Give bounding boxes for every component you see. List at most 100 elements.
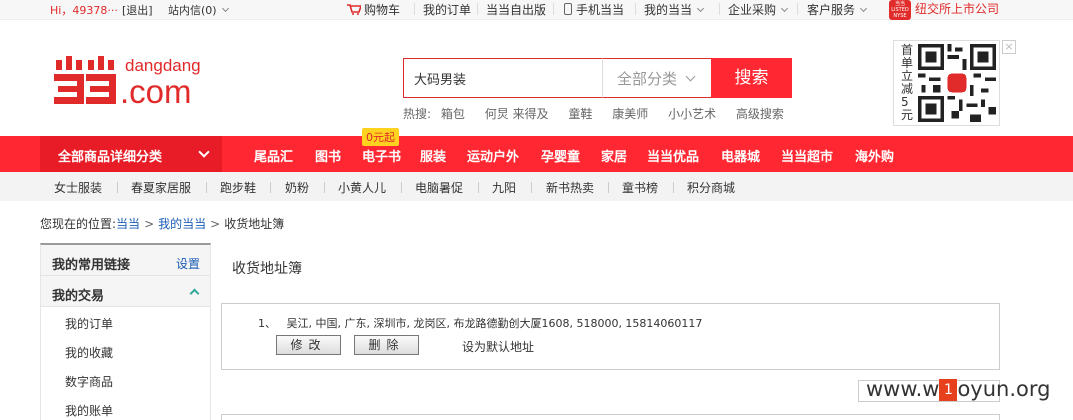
advanced-search-link[interactable]: 高级搜索 [736, 107, 784, 121]
sidebar: 我的常用链接 设置 我的交易 我的订单 我的收藏 数字商品 我的账单 [40, 243, 211, 420]
logout-link[interactable]: [退出] [122, 2, 153, 18]
inbox-link[interactable]: 站内信(0) [168, 2, 229, 18]
chevron-down-icon [696, 4, 705, 13]
subnav-item[interactable]: 奶粉 [285, 179, 309, 196]
watermark-badge: 1 [939, 379, 958, 401]
enterprise-link[interactable]: 企业采购 [728, 1, 789, 18]
main-nav: 全部商品详细分类 尾品汇 图书 电子书 服装 运动户外 孕婴童 家居 当当优品 … [0, 136, 1073, 172]
customer-service-link[interactable]: 客户服务 [807, 1, 868, 18]
hot-search-item[interactable]: 箱包 [441, 107, 465, 121]
nav-item[interactable]: 图书 [315, 146, 341, 165]
nav-item[interactable]: 尾品汇 [254, 146, 293, 165]
chevron-up-icon [189, 288, 200, 299]
subnav-item[interactable]: 新书热卖 [546, 179, 594, 196]
chevron-down-icon [685, 71, 696, 82]
nav-item[interactable]: 运动户外 [467, 146, 519, 165]
trades-title: 我的交易 [52, 289, 105, 304]
username[interactable]: Hi，49378··· [50, 2, 118, 18]
my-dangdang-link[interactable]: 我的当当 [644, 1, 705, 18]
watermark-prefix: www.w [866, 377, 940, 401]
breadcrumb-current: 收货地址簿 [224, 217, 285, 231]
hot-search-item[interactable]: 小小艺术 [668, 107, 716, 121]
common-links-title: 我的常用链接 [52, 258, 131, 273]
watermark: www.w 1 oyun.org [866, 377, 1050, 403]
customer-service-label: 客户服务 [807, 3, 856, 17]
dangdang-logo[interactable]: dangdang .com [52, 54, 232, 106]
subnav-item[interactable]: 春夏家居服 [131, 179, 191, 196]
inbox-label: 站内信(0) [168, 4, 217, 17]
subnav-item[interactable]: 童书榜 [622, 179, 658, 196]
address-card: 1、 吴江, 中国, 广东, 深圳市, 龙岗区, 布龙路德勤创大厦1608, 5… [221, 303, 1000, 370]
subnav-item[interactable]: 九阳 [492, 179, 516, 196]
nav-item[interactable]: 家居 [601, 146, 627, 165]
subnav-item[interactable]: 电脑暑促 [415, 179, 463, 196]
chevron-down-icon [780, 4, 789, 13]
enterprise-label: 企业采购 [728, 3, 777, 17]
address-text: 吴江, 中国, 广东, 深圳市, 龙岗区, 布龙路德勤创大厦1608, 5180… [286, 317, 703, 330]
hot-search-item[interactable]: 童鞋 [568, 107, 592, 121]
subnav-item[interactable]: 跑步鞋 [220, 179, 256, 196]
category-select-label: 全部分类 [617, 70, 678, 88]
nav-item[interactable]: 电子书 [362, 146, 401, 165]
sub-nav: 女士服装 春夏家居服 跑步鞋 奶粉 小黄人儿 电脑暑促 九阳 新书热卖 童书榜 … [0, 172, 1073, 201]
chevron-down-icon [198, 146, 210, 158]
hot-searches: 热搜: 箱包 何炅 来得及 童鞋 康美师 小小艺术 高级搜索 [403, 105, 800, 122]
trades-header[interactable]: 我的交易 [41, 276, 210, 307]
breadcrumb-mine[interactable]: 我的当当 [158, 217, 206, 231]
all-categories-label: 全部商品详细分类 [58, 150, 163, 165]
set-default-link[interactable]: 设为默认地址 [462, 338, 534, 355]
ebook-badge: 0元起 [362, 128, 399, 146]
delete-button[interactable]: 删除 [354, 335, 419, 355]
address-card [221, 414, 1000, 420]
sidebar-link[interactable]: 我的订单 [65, 315, 113, 332]
category-select[interactable]: 全部分类 [602, 58, 711, 98]
settings-link[interactable]: 设置 [176, 255, 200, 272]
address-line: 1、 吴江, 中国, 广东, 深圳市, 龙岗区, 布龙路德勤创大厦1608, 5… [258, 315, 702, 331]
top-bar: Hi，49378··· [退出] 站内信(0) 购物车 我的订单 当当自出版 手… [0, 0, 1073, 20]
edit-button[interactable]: 修改 [276, 335, 341, 355]
breadcrumb: 您现在的位置:当当 > 我的当当 > 收货地址簿 [40, 217, 285, 231]
nav-item[interactable]: 孕婴童 [541, 146, 580, 165]
watermark-suffix: oyun.org [957, 377, 1051, 401]
nyse-text[interactable]: 纽交所上市公司 [915, 0, 999, 17]
hot-search-item[interactable]: 康美师 [612, 107, 648, 121]
qr-promo-text: 首单立减5元 [901, 43, 914, 122]
subnav-item[interactable]: 小黄人儿 [338, 179, 386, 196]
hot-search-item[interactable]: 何炅 来得及 [485, 107, 549, 121]
self-publish-link[interactable]: 当当自出版 [486, 1, 546, 18]
sidebar-link[interactable]: 我的收藏 [65, 344, 113, 361]
all-categories-menu[interactable]: 全部商品详细分类 [40, 136, 222, 172]
address-index: 1、 [258, 317, 276, 330]
breadcrumb-home[interactable]: 当当 [116, 217, 140, 231]
search-input[interactable] [403, 58, 603, 98]
my-dangdang-label: 我的当当 [644, 3, 693, 17]
nav-item[interactable]: 当当超市 [781, 146, 833, 165]
cart-label: 购物车 [364, 3, 401, 17]
nav-item[interactable]: 电器城 [721, 146, 760, 165]
nav-item[interactable]: 海外购 [855, 146, 894, 165]
subnav-item[interactable]: 积分商城 [687, 179, 735, 196]
phone-icon [564, 3, 572, 15]
common-links-header: 我的常用链接 设置 [41, 245, 210, 276]
page-title: 收货地址簿 [232, 261, 302, 277]
sidebar-link[interactable]: 我的账单 [65, 402, 113, 419]
qr-code-icon [918, 44, 996, 122]
hot-searches-label: 热搜: [403, 107, 432, 121]
sidebar-link[interactable]: 数字商品 [65, 373, 113, 390]
search-button[interactable]: 搜索 [711, 58, 792, 98]
nav-item[interactable]: 当当优品 [647, 146, 699, 165]
nav-item[interactable]: 服装 [420, 146, 446, 165]
mobile-label: 手机当当 [576, 3, 625, 17]
chevron-down-icon [221, 4, 229, 13]
qr-promo[interactable]: 首单立减5元 [893, 40, 1000, 126]
svg-text:.com: .com [120, 73, 192, 106]
cart-link[interactable]: 购物车 [347, 1, 400, 18]
my-orders-link[interactable]: 我的订单 [423, 1, 471, 18]
nyse-logo: 当当 LISTED NYSE [889, 0, 911, 20]
mobile-link[interactable]: 手机当当 [564, 1, 624, 18]
cart-icon [347, 4, 361, 15]
breadcrumb-prefix: 您现在的位置: [40, 217, 117, 231]
subnav-item[interactable]: 女士服装 [54, 179, 102, 196]
chevron-down-icon [859, 4, 868, 13]
close-icon[interactable]: × [1002, 40, 1016, 54]
